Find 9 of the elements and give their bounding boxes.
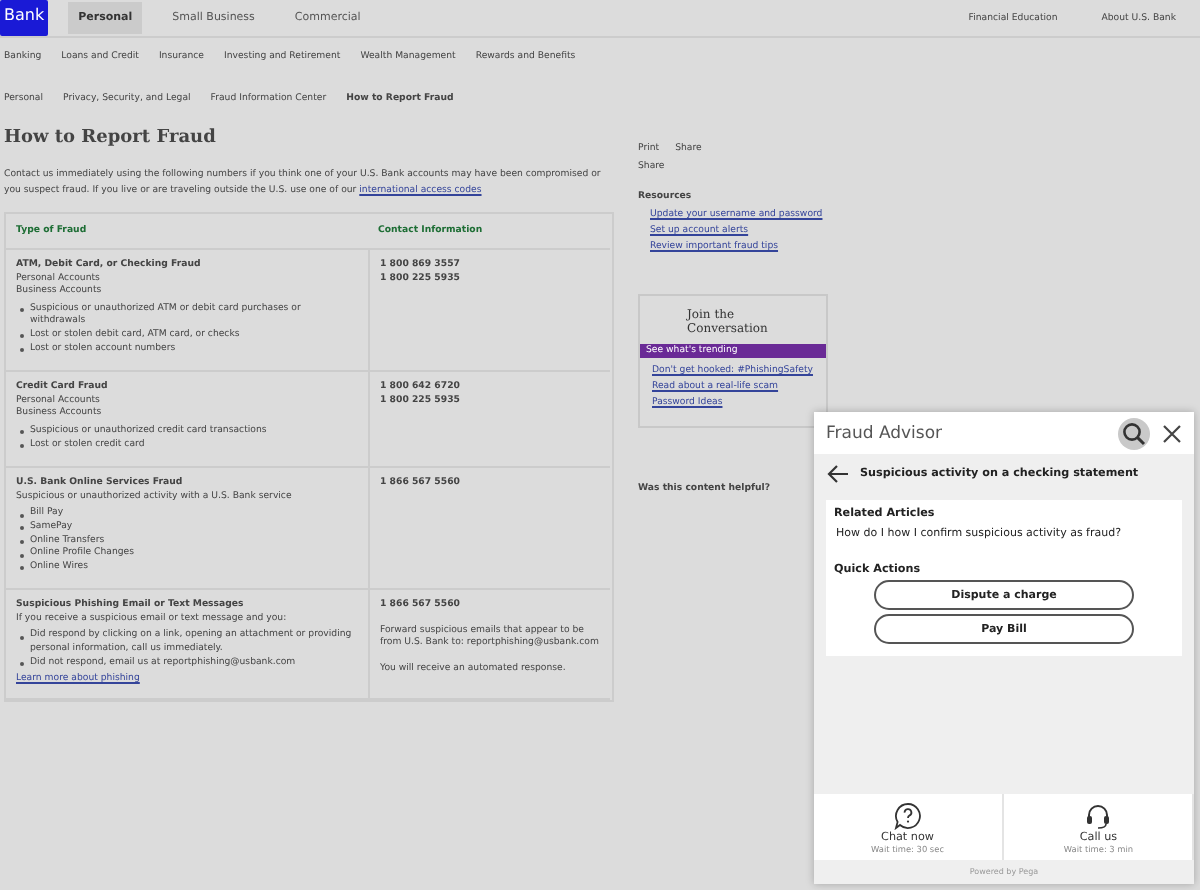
search-button[interactable] bbox=[1118, 417, 1150, 449]
back-arrow-icon[interactable] bbox=[826, 464, 850, 484]
search-icon bbox=[1122, 421, 1146, 445]
bank-logo[interactable]: Bank bbox=[0, 0, 49, 36]
chat-help-icon bbox=[893, 802, 922, 830]
panel-title: Fraud Advisor bbox=[826, 423, 945, 443]
page-title: How to Report Fraud bbox=[4, 128, 218, 148]
close-icon[interactable] bbox=[1162, 423, 1182, 443]
headset-icon bbox=[1084, 802, 1113, 830]
